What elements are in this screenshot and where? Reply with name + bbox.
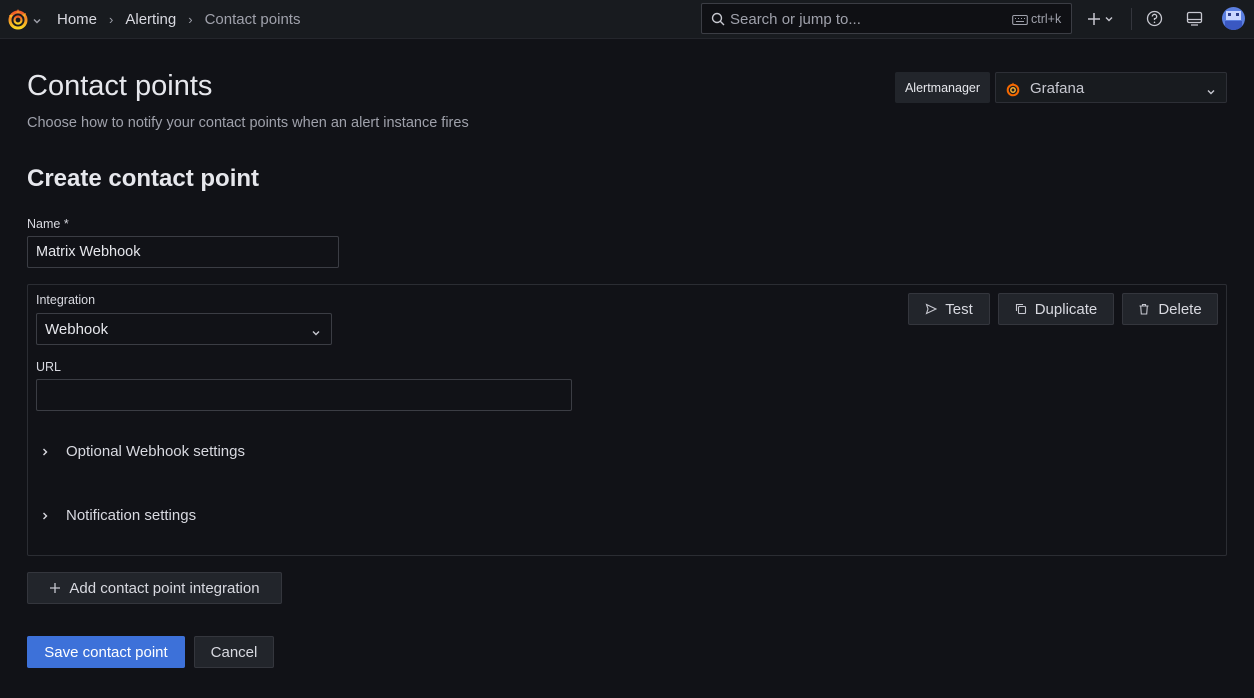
- save-button[interactable]: Save contact point: [27, 636, 185, 668]
- url-label: URL: [36, 360, 62, 374]
- chevron-right-icon: [43, 448, 48, 455]
- divider: [1131, 8, 1132, 30]
- breadcrumb: Home › Alerting › Contact points: [57, 0, 300, 38]
- plus-icon: [50, 583, 61, 593]
- search-icon: [711, 12, 725, 26]
- keyboard-icon: [1012, 13, 1028, 26]
- chevron-down-icon: [311, 325, 321, 336]
- grafana-logo-icon: [1005, 81, 1021, 97]
- alertmanager-label: Alertmanager: [895, 72, 990, 103]
- delete-button[interactable]: Delete: [1122, 293, 1218, 325]
- grafana-logo-icon[interactable]: [6, 7, 30, 31]
- chevron-down-icon[interactable]: [32, 13, 42, 24]
- integration-panel: Integration Webhook Test Duplicate Delet…: [27, 284, 1227, 556]
- alertmanager-value: Grafana: [1030, 80, 1085, 97]
- optional-webhook-settings-label: Optional Webhook settings: [66, 443, 245, 460]
- trash-icon: [1139, 303, 1149, 315]
- user-avatar[interactable]: [1222, 7, 1245, 30]
- page-title: Contact points: [27, 70, 213, 102]
- name-input[interactable]: [27, 236, 339, 268]
- cancel-button[interactable]: Cancel: [194, 636, 274, 668]
- duplicate-button[interactable]: Duplicate: [998, 293, 1114, 325]
- notification-settings-label: Notification settings: [66, 507, 197, 524]
- search-shortcut: ctrl+k: [1031, 12, 1062, 26]
- integration-value: Webhook: [45, 321, 109, 338]
- test-button-label: Test: [945, 300, 973, 318]
- page-subtitle: Choose how to notify your contact points…: [27, 115, 469, 131]
- new-menu-button[interactable]: [1086, 10, 1118, 28]
- add-integration-button[interactable]: Add contact point integration: [27, 572, 282, 604]
- integration-label: Integration: [36, 293, 96, 307]
- chevron-right-icon: ›: [188, 11, 193, 27]
- search-placeholder: Search or jump to...: [730, 11, 861, 28]
- breadcrumb-alerting[interactable]: Alerting: [125, 11, 176, 28]
- section-title: Create contact point: [27, 165, 260, 192]
- test-button[interactable]: Test: [908, 293, 990, 325]
- top-nav-bar: Home › Alerting › Contact points Search …: [0, 0, 1254, 39]
- notification-settings-toggle[interactable]: Notification settings: [40, 507, 196, 524]
- copy-icon: [1015, 303, 1026, 315]
- delete-button-label: Delete: [1158, 300, 1202, 318]
- search-bar[interactable]: Search or jump to... ctrl+k: [701, 3, 1072, 34]
- alertmanager-select[interactable]: Grafana: [995, 72, 1227, 103]
- name-label: Name *: [27, 217, 69, 231]
- add-integration-label: Add contact point integration: [69, 579, 260, 597]
- chevron-right-icon: [43, 512, 48, 519]
- send-icon: [925, 303, 938, 315]
- breadcrumb-contact-points: Contact points: [204, 10, 301, 28]
- optional-webhook-settings-toggle[interactable]: Optional Webhook settings: [40, 443, 245, 460]
- url-input[interactable]: [36, 379, 572, 411]
- duplicate-button-label: Duplicate: [1034, 300, 1098, 318]
- chevron-down-icon: [1206, 84, 1216, 95]
- help-icon[interactable]: [1146, 10, 1163, 27]
- integration-select[interactable]: Webhook: [36, 313, 332, 345]
- chevron-right-icon: ›: [109, 11, 114, 27]
- breadcrumb-home[interactable]: Home: [57, 11, 97, 28]
- news-icon[interactable]: [1186, 10, 1203, 27]
